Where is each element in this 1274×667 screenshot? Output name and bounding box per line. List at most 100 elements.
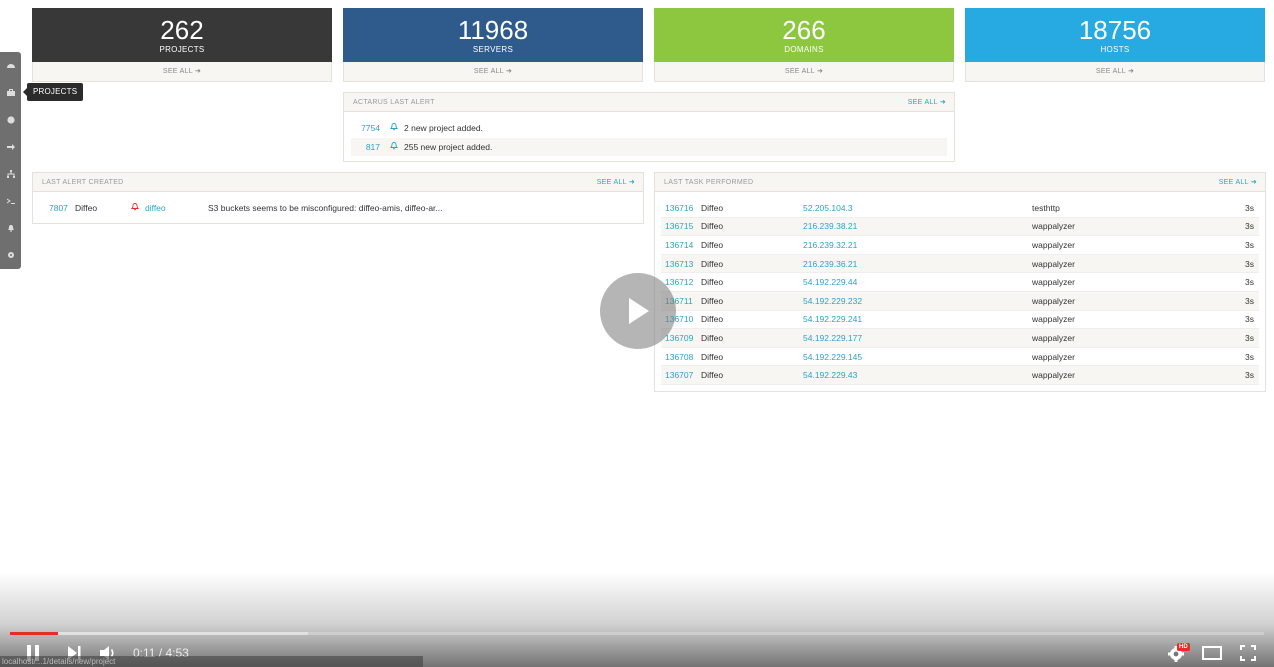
panel-header: LAST TASK PERFORMED SEE ALL ➜: [655, 173, 1265, 192]
stat-label: PROJECTS: [159, 45, 205, 54]
task-name: wappalyzer: [1032, 239, 1075, 250]
task-id-link[interactable]: 136716: [665, 203, 693, 213]
task-name: wappalyzer: [1032, 258, 1075, 269]
bell-icon: [389, 141, 399, 152]
panel-title: LAST ALERT CREATED: [42, 179, 124, 186]
project-name: Diffeo: [75, 203, 98, 214]
task-name: wappalyzer: [1032, 351, 1075, 362]
ip-link[interactable]: 52.205.104.3: [803, 203, 853, 213]
table-row: 136712 Diffeo 54.192.229.44 wappalyzer 3s: [661, 273, 1259, 292]
arrow-right-icon: ➜: [939, 99, 946, 106]
fullscreen-button[interactable]: [1237, 642, 1259, 664]
task-name: wappalyzer: [1032, 295, 1075, 306]
controls-gradient: [0, 572, 1274, 667]
sidebar-item[interactable]: [0, 133, 21, 160]
stat-header: 266 DOMAINS: [654, 8, 954, 62]
play-icon: [629, 298, 649, 324]
task-duration: 3s: [1245, 202, 1254, 213]
gear-icon: [7, 251, 15, 259]
alert-text: S3 buckets seems to be misconfigured: di…: [208, 203, 443, 214]
see-all-link[interactable]: SEE ALL ➜: [1219, 173, 1257, 192]
task-duration: 3s: [1245, 314, 1254, 325]
sidebar-item[interactable]: [0, 52, 21, 79]
alert-text: 2 new project added.: [404, 123, 483, 134]
stat-header: 262 PROJECTS: [32, 8, 332, 62]
table-row: 136711 Diffeo 54.192.229.232 wappalyzer 3s: [661, 291, 1259, 311]
play-overlay-button[interactable]: [600, 273, 676, 349]
project-name: Diffeo: [701, 332, 724, 343]
stat-label: HOSTS: [1100, 45, 1130, 54]
list-item: 817 255 new project added.: [351, 137, 947, 157]
see-all-link[interactable]: SEE ALL ➜: [32, 62, 332, 82]
task-id-link[interactable]: 136708: [665, 352, 693, 362]
task-id-link[interactable]: 136712: [665, 277, 693, 287]
ip-link[interactable]: 216.239.36.21: [803, 259, 857, 269]
project-name: Diffeo: [701, 258, 724, 269]
actarus-last-alert-panel: ACTARUS LAST ALERT SEE ALL ➜ 7754 2 new p…: [343, 92, 955, 162]
fullscreen-icon: [1240, 645, 1256, 661]
bell-icon: [130, 202, 140, 213]
bell-icon: [7, 224, 15, 232]
see-all-link[interactable]: SEE ALL ➜: [965, 62, 1265, 82]
ip-link[interactable]: 54.192.229.241: [803, 314, 862, 324]
stat-card-servers: 11968 SERVERS SEE ALL ➜: [343, 8, 643, 82]
theater-mode-button[interactable]: [1201, 642, 1223, 664]
stat-label: DOMAINS: [784, 45, 824, 54]
panel-header: LAST ALERT CREATED SEE ALL ➜: [33, 173, 643, 192]
alert-id-link[interactable]: 817: [366, 142, 380, 152]
ip-link[interactable]: 54.192.229.145: [803, 352, 862, 362]
task-name: testhttp: [1032, 202, 1060, 213]
table-row: 136716 Diffeo 52.205.104.3 testhttp 3s: [661, 199, 1259, 218]
see-all-link[interactable]: SEE ALL ➜: [597, 173, 635, 192]
ip-link[interactable]: 54.192.229.43: [803, 370, 857, 380]
ip-link[interactable]: 54.192.229.44: [803, 277, 857, 287]
arrow-right-icon: ➜: [505, 68, 513, 75]
sidebar-item[interactable]: [0, 214, 21, 241]
task-id-link[interactable]: 136709: [665, 333, 693, 343]
stat-value: 18756: [1078, 15, 1152, 45]
task-id-link[interactable]: 136707: [665, 370, 693, 380]
ip-link[interactable]: 54.192.229.232: [803, 296, 862, 306]
last-task-panel: LAST TASK PERFORMED SEE ALL ➜ 136716 Diff…: [654, 172, 1266, 392]
task-id-link[interactable]: 136715: [665, 221, 693, 231]
ip-link[interactable]: 216.239.38.21: [803, 221, 857, 231]
progress-bar[interactable]: [10, 632, 1264, 635]
task-id-link[interactable]: 136713: [665, 259, 693, 269]
settings-button[interactable]: HD: [1165, 642, 1191, 664]
alert-id-link[interactable]: 7807: [49, 203, 68, 213]
task-duration: 3s: [1245, 239, 1254, 250]
sidebar-item[interactable]: [0, 106, 21, 133]
see-all-link[interactable]: SEE ALL ➜: [908, 93, 946, 112]
sidebar-item[interactable]: [0, 79, 21, 106]
see-all-link[interactable]: SEE ALL ➜: [654, 62, 954, 82]
project-name: Diffeo: [701, 295, 724, 306]
arrow-right-icon: ➜: [1127, 68, 1135, 75]
stat-value: 11968: [457, 15, 529, 45]
list-item: 7754 2 new project added.: [351, 119, 947, 138]
status-bar: localhost/...1/details/new/project: [0, 656, 423, 667]
ip-link[interactable]: 54.192.229.177: [803, 333, 862, 343]
project-name: Diffeo: [701, 221, 724, 232]
task-duration: 3s: [1245, 295, 1254, 306]
globe-icon: [6, 115, 15, 124]
ip-link[interactable]: 216.239.32.21: [803, 240, 857, 250]
projects-icon: [6, 88, 15, 97]
sidebar-item[interactable]: [0, 187, 21, 214]
sidebar-item[interactable]: [0, 160, 21, 187]
alert-text: 255 new project added.: [404, 141, 493, 152]
alert-id-link[interactable]: 7754: [361, 123, 380, 133]
see-all-link[interactable]: SEE ALL ➜: [343, 62, 643, 82]
table-row: 136707 Diffeo 54.192.229.43 wappalyzer 3s: [661, 366, 1259, 385]
sidebar: [0, 52, 21, 269]
alert-tag-link[interactable]: diffeo: [145, 203, 166, 213]
dashboard-icon: [6, 62, 15, 70]
task-duration: 3s: [1245, 370, 1254, 381]
table-row: 136710 Diffeo 54.192.229.241 wappalyzer 3s: [661, 311, 1259, 330]
last-alert-panel: LAST ALERT CREATED SEE ALL ➜ 7807 Diffeo d…: [32, 172, 644, 224]
project-name: Diffeo: [701, 277, 724, 288]
panel-title: LAST TASK PERFORMED: [664, 179, 754, 186]
hd-badge: HD: [1177, 643, 1190, 651]
stat-header: 11968 SERVERS: [343, 8, 643, 62]
sidebar-item[interactable]: [0, 241, 21, 268]
task-id-link[interactable]: 136714: [665, 240, 693, 250]
